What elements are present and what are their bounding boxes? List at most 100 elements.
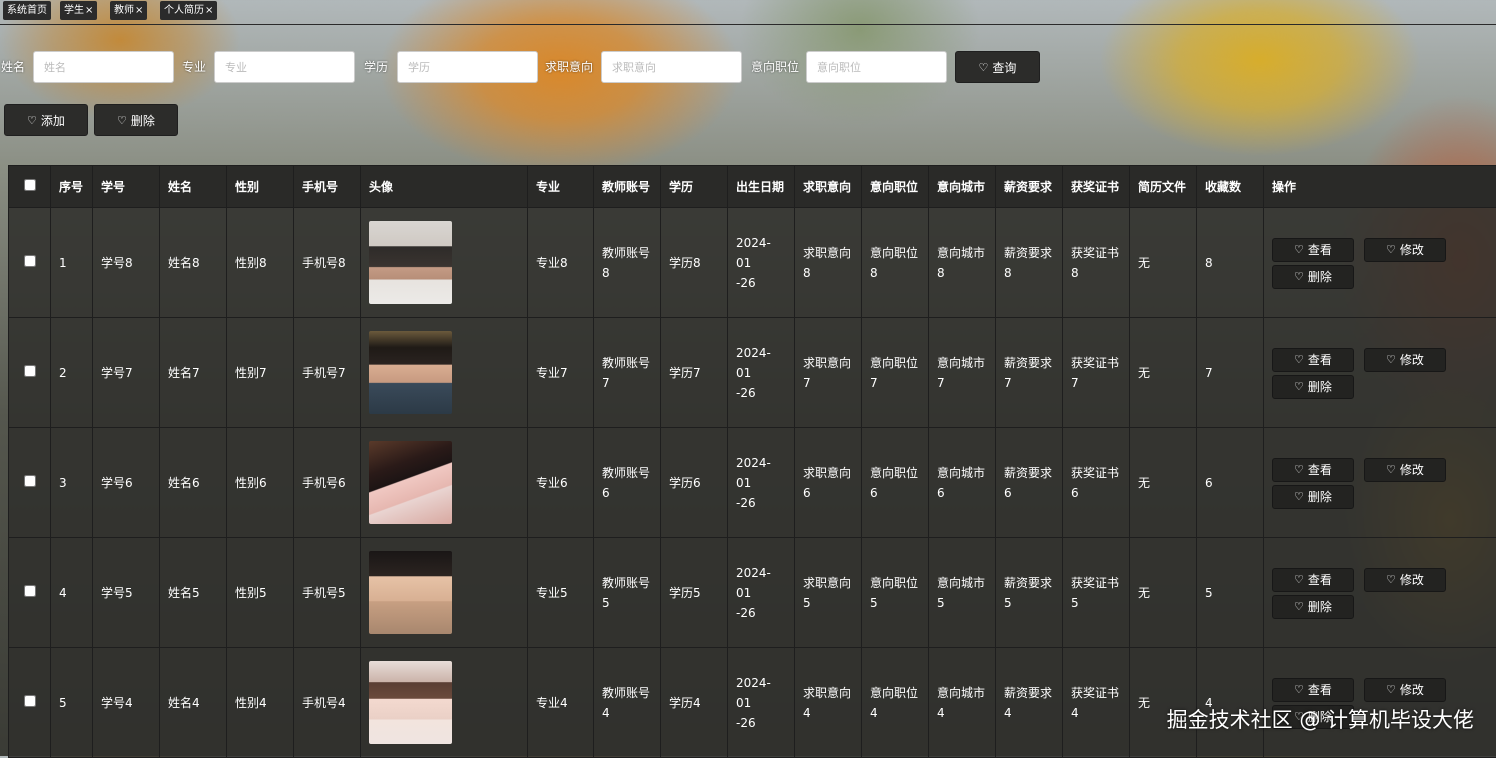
major-cell: 专业5 <box>528 538 594 648</box>
phone-cell: 手机号6 <box>294 428 361 538</box>
job-intent-label: 求职意向 <box>803 243 853 263</box>
row-checkbox[interactable] <box>24 585 36 597</box>
job-intent-cell: 求职意向5 <box>795 538 862 648</box>
edit-button[interactable]: ♡修改 <box>1364 678 1446 702</box>
filter-major-label: 专业 <box>182 58 206 75</box>
row-checkbox[interactable] <box>24 475 36 487</box>
birthdate-line1: 2024-01 <box>736 233 786 273</box>
teacher-account-cell: 教师账号4 <box>594 648 661 758</box>
tab-students[interactable]: 学生× <box>60 1 97 20</box>
index-cell: 1 <box>51 208 93 318</box>
column-header: 意向职位 <box>862 166 929 208</box>
job-intent-cell: 求职意向6 <box>795 428 862 538</box>
salary-cell: 薪资要求5 <box>996 538 1063 648</box>
intent-search-input[interactable] <box>601 51 742 83</box>
view-button[interactable]: ♡查看 <box>1272 238 1354 262</box>
gender-cell: 性别4 <box>227 648 294 758</box>
phone-cell: 手机号4 <box>294 648 361 758</box>
delete-row-button-label: 删除 <box>1308 597 1332 617</box>
job-intent-number: 6 <box>803 483 853 503</box>
delete-row-button[interactable]: ♡删除 <box>1272 485 1354 509</box>
column-header: 专业 <box>528 166 594 208</box>
salary-number: 8 <box>1004 263 1054 283</box>
delete-row-button[interactable]: ♡删除 <box>1272 265 1354 289</box>
close-icon[interactable]: × <box>135 5 143 16</box>
close-icon[interactable]: × <box>205 5 213 16</box>
award-cell: 获奖证书4 <box>1063 648 1130 758</box>
close-icon[interactable]: × <box>85 5 93 16</box>
teacher-account-number: 8 <box>602 263 652 283</box>
edit-button-label: 修改 <box>1400 350 1424 370</box>
birthdate-cell: 2024-01-26 <box>728 538 795 648</box>
delete-row-button[interactable]: ♡删除 <box>1272 595 1354 619</box>
view-button-label: 查看 <box>1308 350 1332 370</box>
avatar <box>369 551 452 634</box>
delete-row-button-label: 删除 <box>1308 487 1332 507</box>
city-cell: 意向城市5 <box>929 538 996 648</box>
heart-icon: ♡ <box>1294 271 1304 282</box>
major-cell: 专业7 <box>528 318 594 428</box>
birthdate-line2: -26 <box>736 273 786 293</box>
salary-cell: 薪资要求7 <box>996 318 1063 428</box>
tab-teachers[interactable]: 教师× <box>110 1 147 20</box>
award-label: 获奖证书 <box>1071 353 1121 373</box>
add-button[interactable]: ♡ 添加 <box>4 104 88 136</box>
job-intent-number: 8 <box>803 263 853 283</box>
view-button[interactable]: ♡查看 <box>1272 348 1354 372</box>
resume-file-cell: 无 <box>1130 648 1197 758</box>
birthdate-line1: 2024-01 <box>736 563 786 603</box>
major-search-input[interactable] <box>214 51 355 83</box>
position-cell: 意向职位6 <box>862 428 929 538</box>
edit-button-label: 修改 <box>1400 570 1424 590</box>
edit-button[interactable]: ♡ 修改 <box>1364 348 1446 372</box>
heart-icon: ♡ <box>1386 464 1396 475</box>
avatar <box>369 221 452 304</box>
heart-icon: ♡ <box>1386 354 1396 365</box>
view-button-label: 查看 <box>1308 680 1332 700</box>
name-search-input[interactable] <box>33 51 174 83</box>
edit-button[interactable]: ♡修改 <box>1364 238 1446 262</box>
edit-button[interactable]: ♡修改 <box>1364 458 1446 482</box>
position-label: 意向职位 <box>870 463 920 483</box>
search-button-label: 查询 <box>992 59 1016 76</box>
edit-button[interactable]: ♡修改 <box>1364 568 1446 592</box>
row-checkbox[interactable] <box>24 255 36 267</box>
delete-row-button[interactable]: ♡删除 <box>1272 375 1354 399</box>
resume-table: 序号 学号 姓名 性别 手机号 头像 专业 教师账号 学历 出生日期 求职意向 … <box>8 165 1496 758</box>
position-label: 意向职位 <box>870 683 920 703</box>
row-select-cell <box>9 208 51 318</box>
city-label: 意向城市 <box>937 683 987 703</box>
name-cell: 姓名6 <box>160 428 227 538</box>
view-button[interactable]: ♡查看 <box>1272 458 1354 482</box>
edit-button-label: 修改 <box>1400 240 1424 260</box>
job-intent-cell: 求职意向7 <box>795 318 862 428</box>
delete-button[interactable]: ♡ 删除 <box>94 104 178 136</box>
student-id-cell: 学号7 <box>93 318 160 428</box>
view-button[interactable]: ♡查看 <box>1272 678 1354 702</box>
row-checkbox[interactable] <box>24 365 36 377</box>
row-checkbox[interactable] <box>24 695 36 707</box>
table-row: 4 学号5 姓名5 性别5 手机号5 专业5 教师账号5 学历5 2024-01… <box>9 538 1496 648</box>
heart-icon: ♡ <box>117 115 127 126</box>
position-search-input[interactable] <box>806 51 947 83</box>
teacher-account-cell: 教师账号8 <box>594 208 661 318</box>
tab-resume[interactable]: 个人简历× <box>160 1 217 20</box>
tab-home[interactable]: 系统首页 <box>3 1 51 20</box>
select-all-checkbox[interactable] <box>24 179 36 191</box>
position-cell: 意向职位4 <box>862 648 929 758</box>
teacher-account-number: 5 <box>602 593 652 613</box>
degree-search-input[interactable] <box>397 51 538 83</box>
birthdate-cell: 2024-01-26 <box>728 318 795 428</box>
salary-cell: 薪资要求8 <box>996 208 1063 318</box>
resume-file-cell: 无 <box>1130 318 1197 428</box>
award-number: 5 <box>1071 593 1121 613</box>
teacher-account-label: 教师账号 <box>602 683 652 703</box>
search-button[interactable]: ♡ 查询 <box>955 51 1040 83</box>
avatar-cell <box>361 648 528 758</box>
student-id-cell: 学号5 <box>93 538 160 648</box>
tab-students-label: 学生 <box>64 5 84 16</box>
view-button[interactable]: ♡查看 <box>1272 568 1354 592</box>
actions-cell: ♡查看 ♡修改 ♡删除 <box>1264 428 1496 538</box>
favorites-cell: 6 <box>1197 428 1264 538</box>
tab-resume-label: 个人简历 <box>164 5 204 16</box>
